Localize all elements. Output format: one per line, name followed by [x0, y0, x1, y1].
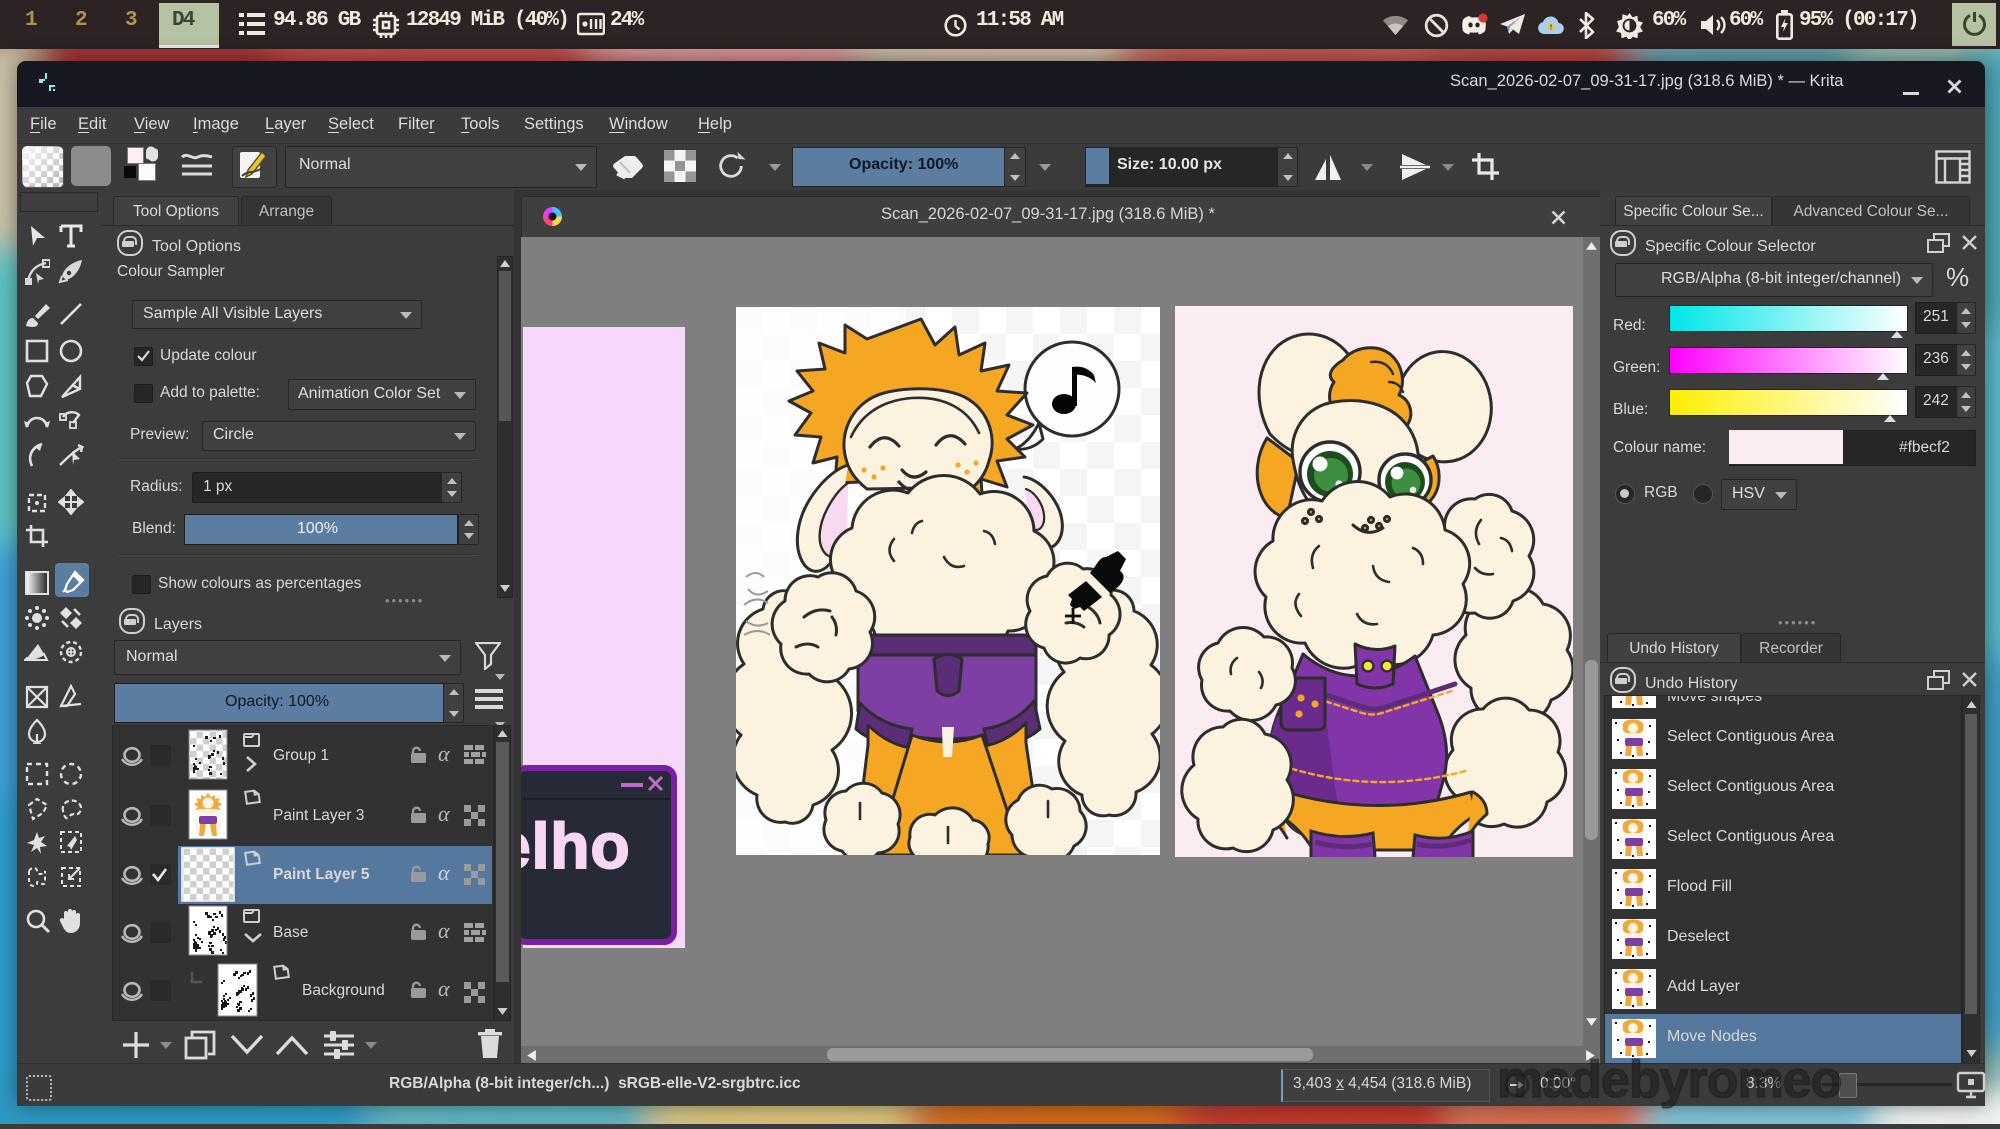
svg-text:α: α — [438, 801, 450, 826]
svg-text:α: α — [438, 976, 450, 1001]
svg-text:α: α — [438, 860, 450, 885]
svg-text:α: α — [438, 918, 450, 943]
svg-text:α: α — [438, 741, 450, 766]
